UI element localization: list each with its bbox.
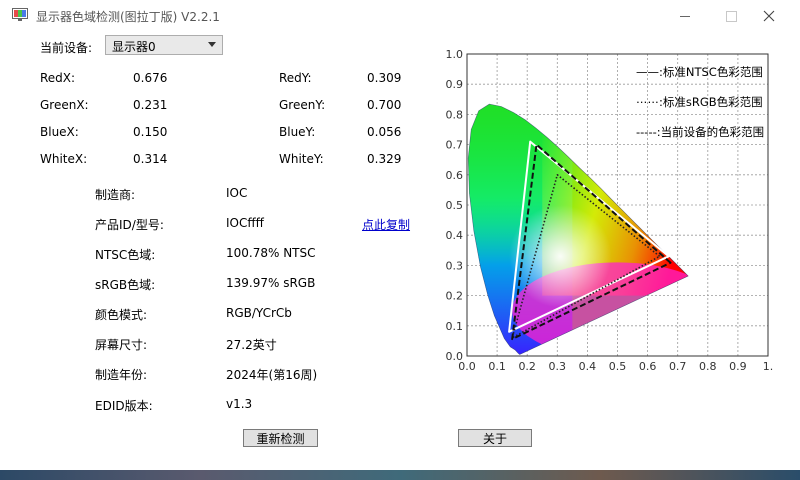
y-tick-label: 0.2	[446, 290, 464, 303]
minimize-button[interactable]	[662, 0, 708, 32]
x-tick-label: 1.	[763, 360, 774, 373]
screen-size-value: 27.2英寸	[226, 338, 277, 352]
red-x-value: 0.676	[133, 71, 168, 85]
blue-y-label: BlueY:	[279, 125, 316, 139]
blue-y-value: 0.056	[367, 125, 402, 139]
cie-chart: 0.0 0.1 0.2 0.3 0.4 0.5 0.6 0.7 0.8 0.9 1. 0.0 0.1 0.…	[420, 40, 800, 380]
x-tick-label: 0.5	[609, 360, 627, 373]
legend-entry: -----:当前设备的色彩范围	[636, 125, 764, 139]
color-mode-label: 颜色模式:	[95, 308, 148, 322]
red-x-label: RedX:	[40, 71, 76, 85]
close-icon	[763, 10, 775, 22]
ntsc-gamut-label: NTSC色域:	[95, 248, 156, 262]
green-x-label: GreenX:	[40, 98, 89, 112]
y-tick-label: 0.7	[446, 139, 464, 152]
y-tick-label: 0.9	[446, 78, 464, 91]
legend-entry: ——:标准NTSC色彩范围	[636, 65, 763, 79]
manufacturer-label: 制造商:	[95, 188, 136, 202]
srgb-gamut-value: 139.97% sRGB	[226, 276, 316, 290]
legend-entry: ⋯⋯:标准sRGB色彩范围	[636, 95, 763, 109]
edid-version-label: EDID版本:	[95, 399, 153, 413]
about-button[interactable]: 关于	[458, 429, 532, 447]
ntsc-gamut-value: 100.78% NTSC	[226, 246, 316, 260]
manufacturer-value: IOC	[226, 186, 248, 200]
white-y-label: WhiteY:	[279, 152, 324, 166]
green-y-label: GreenY:	[279, 98, 326, 112]
red-y-value: 0.309	[367, 71, 402, 85]
red-y-label: RedY:	[279, 71, 312, 85]
x-tick-label: 0.9	[729, 360, 747, 373]
blue-x-value: 0.150	[133, 125, 168, 139]
x-tick-label: 0.4	[579, 360, 597, 373]
minimize-icon	[680, 15, 690, 17]
white-x-label: WhiteX:	[40, 152, 88, 166]
x-tick-label: 0.8	[699, 360, 717, 373]
white-y-value: 0.329	[367, 152, 402, 166]
green-y-value: 0.700	[367, 98, 402, 112]
app-window: 显示器色域检测(图拉丁版) V2.2.1 当前设备: 显示器0 RedX: 0.…	[0, 0, 800, 471]
x-tick-label: 0.6	[639, 360, 657, 373]
manufacture-year-label: 制造年份:	[95, 368, 148, 382]
chevron-down-icon	[208, 42, 216, 47]
device-label: 当前设备:	[40, 41, 93, 55]
desktop-background-strip	[0, 470, 800, 480]
blue-x-label: BlueX:	[40, 125, 79, 139]
y-tick-label: 1.0	[446, 48, 464, 61]
copy-link[interactable]: 点此复制	[362, 216, 410, 233]
green-x-value: 0.231	[133, 98, 168, 112]
color-mode-value: RGB/YCrCb	[226, 306, 292, 320]
x-tick-label: 0.3	[549, 360, 567, 373]
cie-chart-svg: 0.0 0.1 0.2 0.3 0.4 0.5 0.6 0.7 0.8 0.9 1.0.00.10.…	[446, 48, 774, 373]
product-id-value: IOCffff	[226, 216, 264, 230]
close-button[interactable]	[746, 0, 792, 32]
y-tick-label: 0.6	[446, 169, 464, 182]
white-x-value: 0.314	[133, 152, 168, 166]
y-tick-label: 0.3	[446, 259, 464, 272]
app-icon	[12, 8, 28, 21]
screen-size-label: 屏幕尺寸:	[95, 338, 148, 352]
x-tick-label: 0.2	[518, 360, 536, 373]
x-tick-label: 0.1	[488, 360, 506, 373]
product-id-label: 产品ID/型号:	[95, 218, 164, 232]
title-bar[interactable]: 显示器色域检测(图拉丁版) V2.2.1	[0, 0, 800, 32]
device-dropdown[interactable]: 显示器0	[105, 35, 223, 55]
y-tick-label: 0.5	[446, 199, 464, 212]
device-selected-value: 显示器0	[112, 40, 156, 54]
y-tick-label: 0.1	[446, 320, 464, 333]
y-tick-label: 0.0	[446, 350, 464, 363]
srgb-gamut-label: sRGB色域:	[95, 278, 156, 292]
manufacture-year-value: 2024年(第16周)	[226, 368, 318, 382]
redetect-button[interactable]: 重新检测	[243, 429, 318, 447]
y-tick-label: 0.8	[446, 108, 464, 121]
maximize-icon	[725, 10, 737, 22]
y-tick-label: 0.4	[446, 229, 464, 242]
edid-version-value: v1.3	[226, 397, 253, 411]
x-tick-label: 0.7	[669, 360, 687, 373]
window-title: 显示器色域检测(图拉丁版) V2.2.1	[36, 10, 220, 24]
